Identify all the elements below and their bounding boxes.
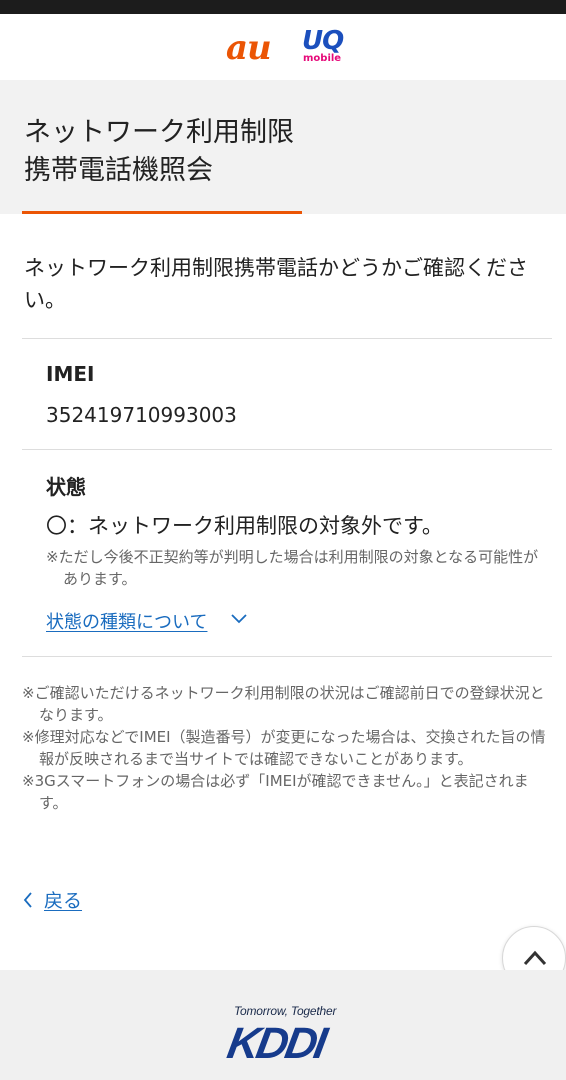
title-accent-bar <box>22 211 302 214</box>
chevron-up-icon <box>523 950 547 966</box>
system-status-bar <box>0 0 566 14</box>
kddi-tagline: Tomorrow, Together <box>234 1004 337 1018</box>
status-label: 状態 <box>46 475 86 499</box>
back-link[interactable]: 戻る <box>22 886 82 913</box>
chevron-left-icon <box>23 892 32 908</box>
kddi-logo[interactable]: KDDI <box>224 1019 328 1068</box>
divider <box>22 338 552 339</box>
note-item: ※ご確認いただけるネットワーク利用制限の状況はご確認前日での登録状況となります。 <box>22 684 545 724</box>
notes-block: ※ご確認いただけるネットワーク利用制限の状況はご確認前日での登録状況となります。… <box>22 682 548 814</box>
imei-value: 352419710993003 <box>46 403 237 427</box>
divider <box>22 449 552 450</box>
status-note: ※ただし今後不正契約等が判明した場合は利用制限の対象となる可能性があります。 <box>46 548 539 588</box>
divider <box>22 656 552 657</box>
page-title: ネットワーク利用制限 携帯電話機照会 <box>24 117 294 186</box>
site-header: au UQ mobile <box>0 14 566 80</box>
uq-logo-subtext: mobile <box>303 53 342 64</box>
au-logo[interactable]: au <box>226 28 272 68</box>
imei-label: IMEI <box>46 362 95 386</box>
status-types-link[interactable]: 状態の種類について <box>46 608 207 634</box>
status-result: 〇：ネットワーク利用制限の対象外です。 <box>46 514 443 538</box>
back-label: 戻る <box>44 890 83 912</box>
note-item: ※修理対応などでIMEI（製造番号）が変更になった場合は、交換された旨の情報が反… <box>22 728 546 768</box>
site-footer: Tomorrow, Together KDDI <box>0 970 566 1080</box>
note-item: ※3Gスマートフォンの場合は必ず「IMEIが確認できません。」と表記されます。 <box>22 772 529 812</box>
chevron-down-icon[interactable] <box>230 612 248 626</box>
intro-text: ネットワーク利用制限携帯電話かどうかご確認ください。 <box>24 256 528 312</box>
uq-mobile-logo[interactable]: UQ mobile <box>300 26 348 66</box>
uq-logo-text: UQ <box>302 26 344 56</box>
